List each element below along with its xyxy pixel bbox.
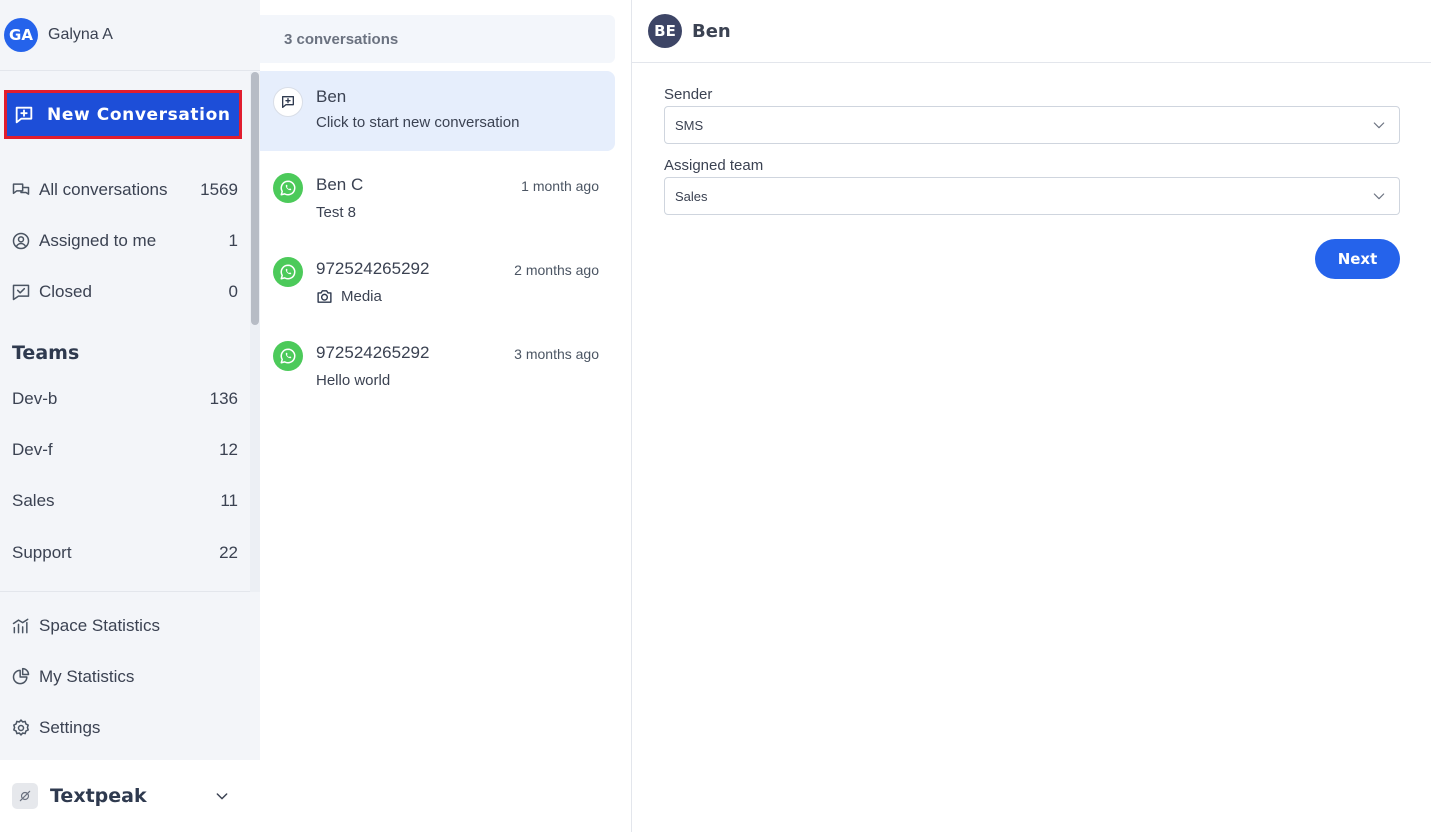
chevron-down-icon bbox=[1373, 122, 1385, 129]
conversation-item[interactable]: Ben C 1 month ago Test 8 bbox=[260, 157, 615, 237]
conversation-time: 1 month ago bbox=[521, 178, 599, 194]
sidebar: GA Galyna A New Conversation All convers… bbox=[0, 0, 260, 832]
team-count: 136 bbox=[209, 389, 238, 408]
chat-bubbles-icon bbox=[12, 183, 30, 195]
conversation-preview: Test 8 bbox=[316, 204, 357, 221]
chat-check-icon bbox=[12, 284, 30, 301]
user-avatar: GA bbox=[4, 18, 38, 52]
nav-label: My Statistics bbox=[39, 667, 135, 686]
team-count: 11 bbox=[220, 491, 238, 510]
nav-closed[interactable]: Closed 0 bbox=[0, 274, 238, 310]
pie-chart-icon bbox=[12, 667, 30, 685]
sender-label: Sender bbox=[664, 86, 713, 103]
team-count: 22 bbox=[219, 543, 238, 562]
chevron-down-icon bbox=[216, 793, 228, 800]
scrollbar-thumb[interactable] bbox=[251, 72, 259, 325]
user-profile[interactable]: GA Galyna A bbox=[0, 0, 260, 71]
team-label: Sales bbox=[12, 491, 55, 510]
conversation-preview: Hello world bbox=[316, 372, 391, 389]
contact-avatar: BE bbox=[648, 14, 682, 48]
conversation-item[interactable]: 972524265292 2 months ago Media bbox=[260, 241, 615, 321]
new-chat-icon bbox=[15, 106, 33, 123]
conversation-item-new[interactable]: Ben Click to start new conversation bbox=[260, 71, 615, 151]
contact-name: Ben bbox=[692, 20, 731, 42]
sidebar-scrollbar[interactable] bbox=[250, 72, 260, 592]
assigned-team-select[interactable]: Sales bbox=[664, 177, 1400, 215]
new-conversation-label: New Conversation bbox=[47, 104, 231, 125]
nav-assigned-to-me[interactable]: Assigned to me 1 bbox=[0, 223, 238, 259]
conversation-item[interactable]: 972524265292 3 months ago Hello world bbox=[260, 325, 615, 405]
team-item-dev-b[interactable]: Dev-b 136 bbox=[0, 381, 238, 417]
team-item-dev-f[interactable]: Dev-f 12 bbox=[0, 432, 238, 468]
workspace-name: Textpeak bbox=[50, 785, 147, 807]
team-item-support[interactable]: Support 22 bbox=[0, 535, 238, 571]
conversation-time: 2 months ago bbox=[514, 262, 599, 278]
chevron-down-icon bbox=[1373, 193, 1385, 200]
conversation-time: 3 months ago bbox=[514, 346, 599, 362]
user-circle-icon bbox=[12, 232, 30, 250]
nav-all-conversations[interactable]: All conversations 1569 bbox=[0, 172, 238, 208]
assigned-team-value: Sales bbox=[675, 188, 708, 204]
teams-heading: Teams bbox=[12, 342, 80, 364]
new-chat-icon bbox=[273, 87, 303, 117]
conversation-count: 3 conversations bbox=[260, 15, 615, 63]
workspace-switcher[interactable]: Textpeak bbox=[0, 760, 260, 832]
team-item-sales[interactable]: Sales 11 bbox=[0, 483, 238, 519]
team-label: Dev-b bbox=[12, 389, 58, 408]
nav-count: 0 bbox=[228, 282, 238, 301]
conversation-name: Ben bbox=[316, 87, 347, 106]
nav-label: All conversations bbox=[39, 180, 168, 199]
nav-label: Assigned to me bbox=[39, 231, 157, 250]
nav-label: Closed bbox=[39, 282, 92, 301]
team-count: 12 bbox=[219, 440, 238, 459]
assigned-team-label: Assigned team bbox=[664, 157, 764, 174]
sender-select[interactable]: SMS bbox=[664, 106, 1400, 144]
detail-header: BE Ben bbox=[632, 0, 1431, 63]
workspace-logo-icon bbox=[12, 783, 38, 809]
conversation-name: 972524265292 bbox=[316, 259, 430, 278]
camera-icon bbox=[317, 290, 332, 303]
whatsapp-icon bbox=[273, 173, 303, 203]
bar-chart-icon bbox=[12, 618, 29, 634]
user-name: Galyna A bbox=[48, 26, 113, 43]
next-button[interactable]: Next bbox=[1315, 239, 1400, 279]
nav-label: Space Statistics bbox=[39, 616, 160, 635]
conversation-name: 972524265292 bbox=[316, 343, 430, 362]
whatsapp-icon bbox=[273, 257, 303, 287]
conversation-detail: BE Ben Sender SMS Assigned team Sales Ne… bbox=[632, 0, 1431, 832]
new-conversation-button[interactable]: New Conversation bbox=[4, 90, 242, 139]
conversation-preview-row: Media bbox=[316, 288, 382, 305]
nav-count: 1569 bbox=[200, 180, 238, 199]
whatsapp-icon bbox=[273, 341, 303, 371]
sender-value: SMS bbox=[675, 117, 704, 133]
nav-space-statistics[interactable]: Space Statistics bbox=[0, 608, 238, 644]
team-label: Dev-f bbox=[12, 440, 53, 459]
nav-count: 1 bbox=[228, 231, 238, 250]
nav-my-statistics[interactable]: My Statistics bbox=[0, 659, 238, 695]
team-label: Support bbox=[12, 543, 72, 562]
conversation-list: 3 conversations Ben Click to start new c… bbox=[260, 0, 632, 832]
nav-label: Settings bbox=[39, 718, 101, 737]
nav-settings[interactable]: Settings bbox=[0, 710, 238, 746]
conversation-name: Ben C bbox=[316, 175, 364, 194]
sidebar-nav: New Conversation All conversations 1569 … bbox=[0, 72, 260, 592]
gear-icon bbox=[12, 718, 30, 737]
conversation-preview: Media bbox=[341, 288, 382, 305]
conversation-subtitle: Click to start new conversation bbox=[316, 114, 520, 131]
